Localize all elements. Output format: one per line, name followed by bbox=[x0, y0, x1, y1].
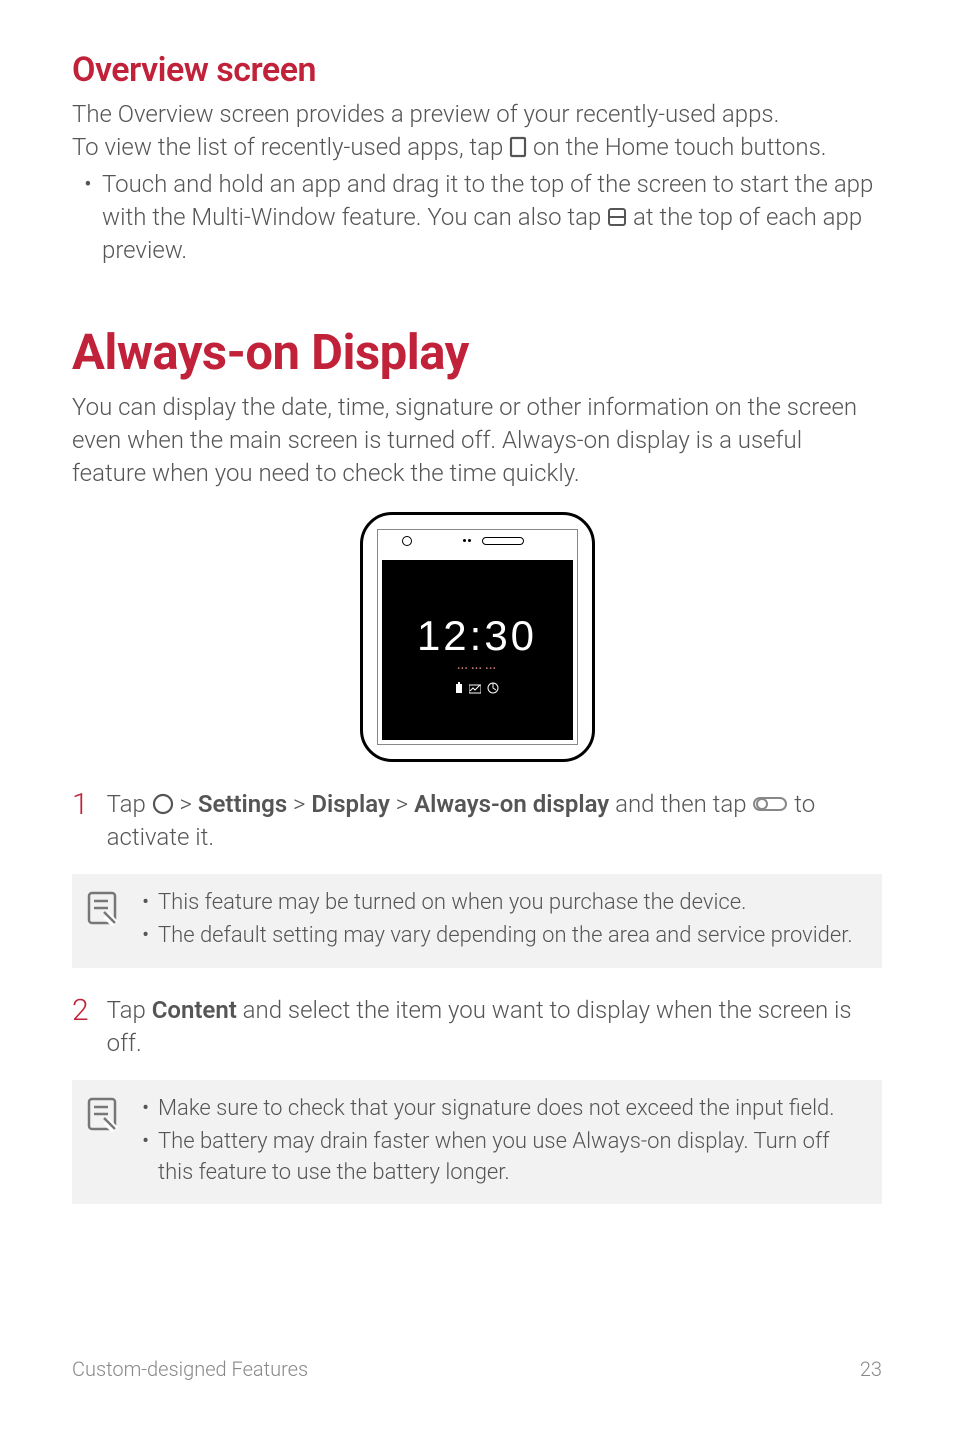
footer-section: Custom-designed Features bbox=[72, 1357, 308, 1381]
path-settings: Settings bbox=[198, 790, 287, 818]
sep3: > bbox=[396, 790, 414, 818]
step-2-content: Tap Content and select the item you want… bbox=[107, 994, 882, 1060]
overview-bullets: Touch and hold an app and drag it to the… bbox=[72, 168, 882, 267]
note-box-1: This feature may be turned on when you p… bbox=[72, 874, 882, 968]
home-circle-icon bbox=[152, 793, 174, 815]
always-on-intro: You can display the date, time, signatur… bbox=[72, 391, 882, 490]
page-footer: Custom-designed Features 23 bbox=[72, 1357, 882, 1381]
note-box-2: Make sure to check that your signature d… bbox=[72, 1080, 882, 1204]
note2-item1: Make sure to check that your signature d… bbox=[158, 1094, 862, 1125]
content-label: Content bbox=[152, 996, 237, 1024]
sep2: > bbox=[293, 790, 311, 818]
step-number-2: 2 bbox=[72, 994, 89, 1060]
step2-tap-prefix: Tap bbox=[107, 996, 152, 1024]
note2-item2: The battery may drain faster when you us… bbox=[158, 1127, 862, 1189]
phone-clock: 12:30 bbox=[417, 612, 537, 660]
sep1: > bbox=[180, 790, 198, 818]
multi-window-icon bbox=[607, 207, 627, 227]
recent-apps-icon bbox=[509, 136, 527, 158]
step1-suffix-before: and then tap bbox=[615, 790, 752, 818]
step-number-1: 1 bbox=[72, 788, 89, 854]
overview-instruction: To view the list of recently-used apps, … bbox=[72, 131, 882, 164]
path-display: Display bbox=[311, 790, 390, 818]
always-on-heading: Always-on Display bbox=[72, 324, 882, 381]
overview-bullet-1: Touch and hold an app and drag it to the… bbox=[102, 168, 882, 267]
instruction-prefix: To view the list of recently-used apps, … bbox=[72, 133, 509, 161]
overview-heading: Overview screen bbox=[72, 50, 882, 90]
note1-item2: The default setting may vary depending o… bbox=[158, 921, 862, 952]
toggle-icon bbox=[752, 794, 788, 814]
instruction-suffix: on the Home touch buttons. bbox=[533, 133, 826, 161]
overview-intro: The Overview screen provides a preview o… bbox=[72, 98, 882, 131]
footer-page-number: 23 bbox=[860, 1357, 882, 1381]
note-icon bbox=[86, 1096, 118, 1136]
phone-illustration: 12:30 ••• ••• ••• bbox=[72, 512, 882, 762]
step1-tap-prefix: Tap bbox=[107, 790, 152, 818]
note1-item1: This feature may be turned on when you p… bbox=[158, 888, 862, 919]
step-1-content: Tap > Settings > Display > Always-on dis… bbox=[107, 788, 882, 854]
phone-subtext: ••• ••• ••• bbox=[457, 664, 496, 673]
step-2: 2 Tap Content and select the item you wa… bbox=[72, 994, 882, 1060]
note-icon bbox=[86, 890, 118, 930]
path-always-on: Always-on display bbox=[414, 790, 609, 818]
step-1: 1 Tap > Settings > Display > Always-on d… bbox=[72, 788, 882, 854]
phone-status-icons bbox=[455, 679, 499, 698]
